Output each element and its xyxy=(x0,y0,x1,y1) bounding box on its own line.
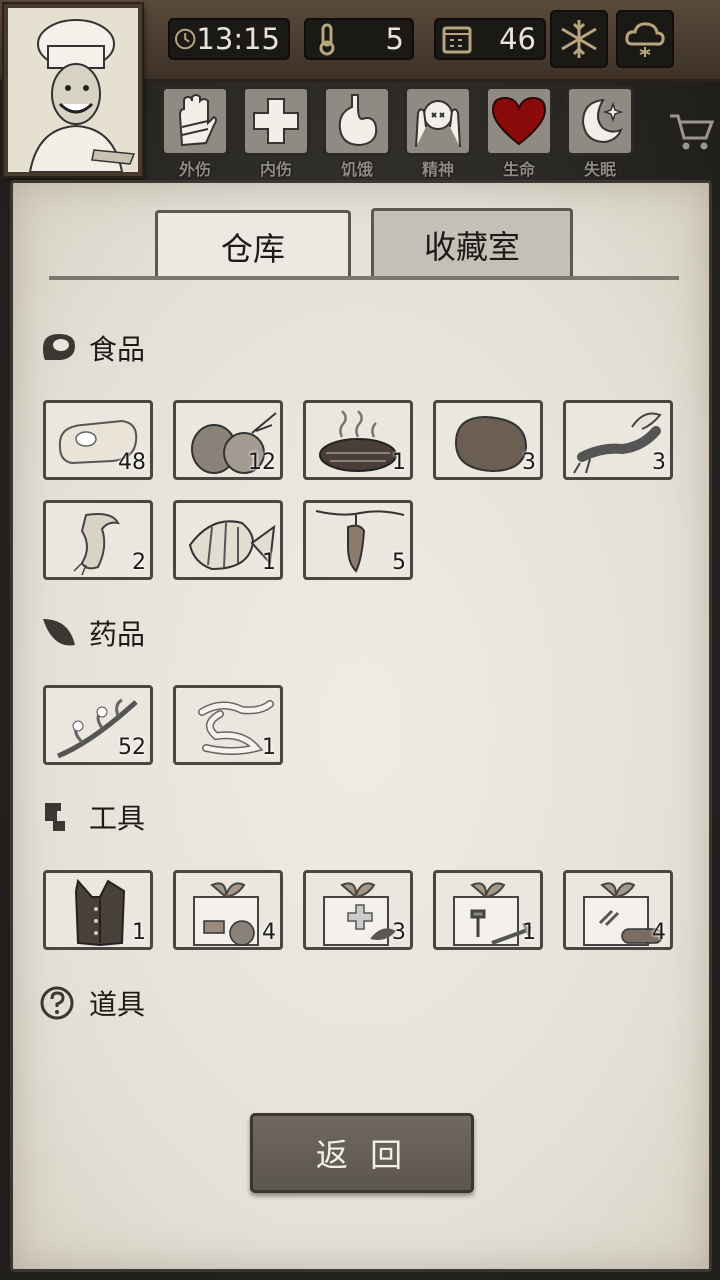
status-mental[interactable]: 精神 xyxy=(403,86,473,179)
item-quantity: 4 xyxy=(652,920,666,945)
tool-item-vest[interactable]: 1 xyxy=(43,870,153,950)
status-external-injury[interactable]: 外伤 xyxy=(160,86,230,179)
section-tools-title: 工具 xyxy=(89,802,146,835)
status-label: 内伤 xyxy=(259,160,292,179)
item-quantity: 2 xyxy=(132,550,146,575)
status-tile xyxy=(404,86,472,156)
item-quantity: 1 xyxy=(132,920,146,945)
day-display: 46 xyxy=(434,18,546,60)
moon-star-icon xyxy=(581,98,624,144)
section-food: 食品 xyxy=(39,328,145,368)
bandaged-hand-icon xyxy=(178,94,217,147)
section-tools: 工具 xyxy=(39,797,145,837)
time-display: 13:15 xyxy=(168,18,290,60)
status-tile xyxy=(242,86,310,156)
time-value: 13:15 xyxy=(196,22,280,56)
medicine-item-herb[interactable]: 52 xyxy=(43,685,153,765)
medicine-item-bandage[interactable]: 1 xyxy=(173,685,283,765)
food-item-raw-meat[interactable]: 48 xyxy=(43,400,153,480)
item-quantity: 52 xyxy=(118,735,146,760)
item-quantity: 4 xyxy=(262,920,276,945)
status-label: 失眠 xyxy=(583,160,616,179)
section-props-title: 道具 xyxy=(89,988,146,1021)
leaf-section-icon xyxy=(43,619,75,646)
tool-item-food-gift-box[interactable]: 4 xyxy=(173,870,283,950)
food-item-cooked-meat[interactable]: 1 xyxy=(303,400,413,480)
wrench-section-icon xyxy=(45,803,65,831)
item-quantity: 3 xyxy=(652,450,666,475)
status-label: 生命 xyxy=(502,160,535,179)
item-quantity: 3 xyxy=(522,450,536,475)
tool-item-tool-gift-box[interactable]: 1 xyxy=(433,870,543,950)
snowflake-icon xyxy=(561,20,597,58)
food-item-onion[interactable]: 12 xyxy=(173,400,283,480)
tool-item-material-gift-box[interactable]: 4 xyxy=(563,870,673,950)
calendar-icon xyxy=(442,26,472,54)
status-tile xyxy=(323,86,391,156)
return-button[interactable]: 返 回 xyxy=(250,1113,474,1193)
heart-icon xyxy=(491,96,547,146)
status-label: 精神 xyxy=(421,160,454,179)
snowflake-indicator[interactable] xyxy=(550,10,608,68)
item-quantity: 1 xyxy=(392,450,406,475)
head-in-hands-icon xyxy=(415,100,461,148)
item-quantity: 1 xyxy=(522,920,536,945)
tab-collection-room[interactable]: 收藏室 xyxy=(371,208,573,278)
inventory-panel: 仓库 收藏室 食品 48 12 1 3 3 2 1 5 药品 52 1 工具 1… xyxy=(10,180,712,1272)
medical-cross-icon xyxy=(253,98,299,144)
section-medicine-title: 药品 xyxy=(89,618,146,651)
item-quantity: 5 xyxy=(392,550,406,575)
food-item-angelfish[interactable]: 1 xyxy=(173,500,283,580)
tab-underline xyxy=(49,276,679,280)
status-label: 外伤 xyxy=(178,160,211,179)
meat-section-icon xyxy=(43,334,75,360)
status-insomnia[interactable]: 失眠 xyxy=(565,86,635,179)
status-tile xyxy=(161,86,229,156)
item-quantity: 3 xyxy=(392,920,406,945)
section-props: 道具 xyxy=(39,983,145,1023)
food-item-catfish[interactable]: 2 xyxy=(43,500,153,580)
chef-portrait[interactable] xyxy=(4,4,142,176)
tool-item-medical-gift-box[interactable]: 3 xyxy=(303,870,413,950)
status-internal-injury[interactable]: 内伤 xyxy=(241,86,311,179)
snow-cloud-icon xyxy=(625,22,665,57)
status-tile xyxy=(566,86,634,156)
question-circle-icon xyxy=(40,986,74,1020)
tab-warehouse[interactable]: 仓库 xyxy=(155,210,351,280)
status-hunger[interactable]: 饥饿 xyxy=(322,86,392,179)
day-value: 46 xyxy=(499,22,536,56)
food-item-lobster[interactable]: 3 xyxy=(563,400,673,480)
shopping-cart-icon[interactable] xyxy=(668,110,714,152)
status-label: 饥饿 xyxy=(340,160,373,179)
section-food-title: 食品 xyxy=(89,333,146,366)
stomach-icon xyxy=(338,94,378,147)
clock-icon xyxy=(174,28,196,50)
thermometer-icon xyxy=(319,23,335,56)
status-life[interactable]: 生命 xyxy=(484,86,554,179)
chef-avatar-icon xyxy=(8,8,138,172)
temperature-value: 5 xyxy=(385,22,404,56)
item-quantity: 12 xyxy=(248,450,276,475)
item-quantity: 1 xyxy=(262,735,276,760)
item-quantity: 48 xyxy=(118,450,146,475)
weather-indicator[interactable] xyxy=(616,10,674,68)
section-medicine: 药品 xyxy=(39,613,145,653)
food-item-hanging-meat[interactable]: 5 xyxy=(303,500,413,580)
food-item-potato[interactable]: 3 xyxy=(433,400,543,480)
status-tile xyxy=(485,86,553,156)
item-quantity: 1 xyxy=(262,550,276,575)
temperature-display: 5 xyxy=(304,18,414,60)
